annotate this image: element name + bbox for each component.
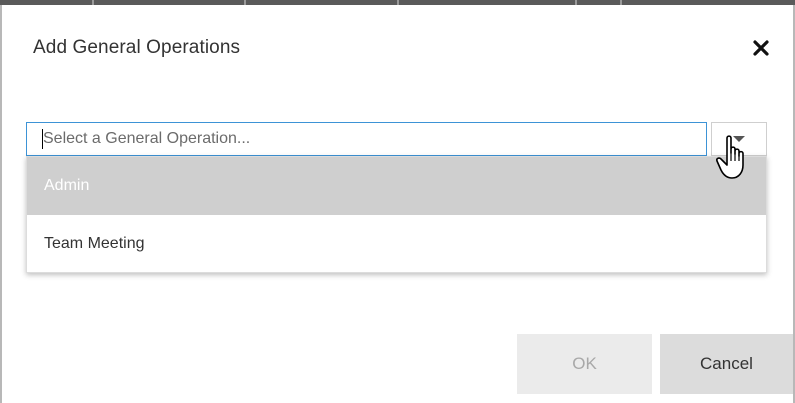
strip-divider: [575, 0, 577, 5]
ok-button[interactable]: OK: [517, 334, 652, 394]
close-icon: [753, 40, 769, 56]
background-header-strip: [0, 0, 795, 5]
general-operation-combobox-input[interactable]: [26, 122, 707, 156]
strip-divider: [92, 0, 94, 5]
strip-divider: [397, 0, 399, 5]
combobox-toggle-button[interactable]: [711, 122, 767, 156]
text-caret: [42, 129, 43, 149]
strip-divider: [244, 0, 246, 5]
close-button[interactable]: [748, 35, 774, 61]
general-operation-dropdown-list: Admin Team Meeting: [26, 156, 767, 273]
strip-divider: [620, 0, 622, 5]
dropdown-option-team-meeting[interactable]: Team Meeting: [27, 215, 766, 273]
add-general-operations-dialog: Add General Operations Admin Team Meetin…: [0, 0, 795, 403]
dialog-left-border: [0, 5, 2, 403]
dialog-title: Add General Operations: [33, 37, 241, 58]
dropdown-option-admin[interactable]: Admin: [27, 157, 766, 215]
cancel-button[interactable]: Cancel: [660, 334, 793, 394]
chevron-down-icon: [733, 136, 745, 142]
